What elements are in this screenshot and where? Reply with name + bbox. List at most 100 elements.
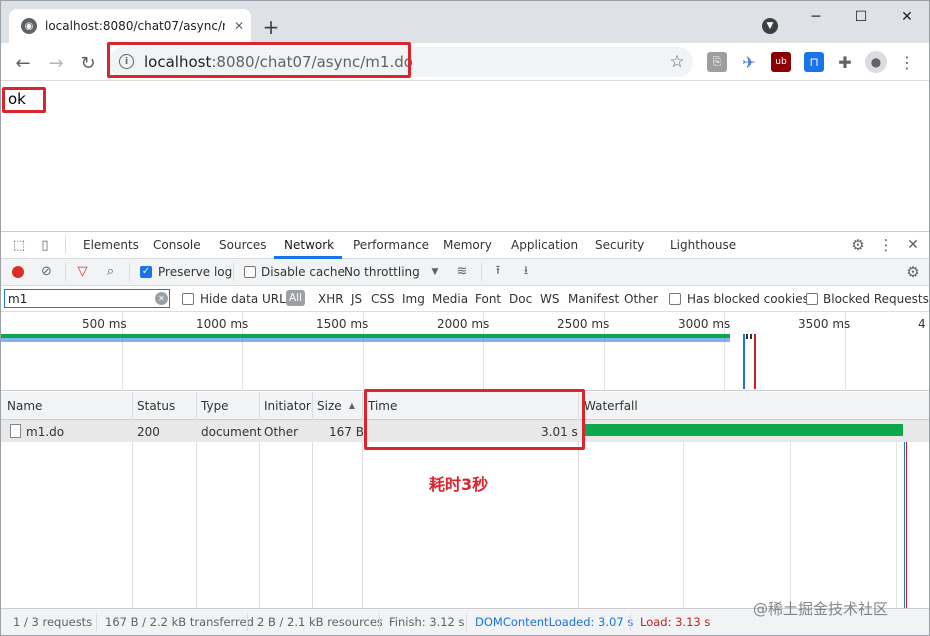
blocked-requests-checkbox[interactable] [806,293,818,305]
hide-data-urls-checkbox[interactable] [182,293,194,305]
divider [65,236,66,254]
divider [466,613,467,631]
tab-network[interactable]: Network [284,238,334,252]
maximize-icon[interactable]: ☐ [849,5,873,29]
type-filter-manifest[interactable]: Manifest [568,292,619,306]
type-filter-font[interactable]: Font [475,292,501,306]
sort-ascending-icon[interactable]: ▲ [347,400,357,410]
bookmark-star-icon[interactable]: ☆ [667,52,687,72]
status-finish: Finish: 3.12 s [389,615,465,629]
forward-arrow-icon[interactable]: → [44,51,68,75]
column-name[interactable]: Name [7,399,42,413]
type-filter-all[interactable]: All [286,290,306,306]
tab-sources[interactable]: Sources [219,238,266,252]
reload-icon[interactable]: ↻ [76,51,100,75]
status-dom-content-loaded: DOMContentLoaded: 3.07 s [475,615,634,629]
row-status: 200 [137,425,160,439]
inspect-element-icon[interactable]: ⬚ [11,237,27,253]
tab-lighthouse[interactable]: Lighthouse [670,238,736,252]
filter-input-value: m1 [8,292,28,306]
globe-icon: ◉ [21,18,37,34]
back-arrow-icon[interactable]: ← [11,51,35,75]
column-size[interactable]: Size [317,399,342,413]
tab-application[interactable]: Application [511,238,578,252]
minimize-icon[interactable]: ─ [804,5,828,29]
close-devtools-icon[interactable]: ✕ [905,237,921,253]
chevron-down-icon[interactable]: ▼ [429,265,441,279]
filter-funnel-icon[interactable]: ▽ [75,264,90,279]
preserve-log-label: Preserve log [158,265,233,279]
bird-extension-icon[interactable]: ✈ [739,52,759,72]
divider [233,263,234,281]
url-highlight-box [107,42,411,78]
document-file-icon [10,424,21,438]
type-filter-img[interactable]: Img [402,292,425,306]
more-options-icon[interactable]: ⋮ [879,236,894,254]
tab-security[interactable]: Security [595,238,644,252]
profile-avatar-icon[interactable]: ● [865,51,887,73]
response-highlight-box [2,87,46,113]
search-icon[interactable]: ⌕ [103,264,118,279]
column-status[interactable]: Status [137,399,175,413]
pdf-extension-icon[interactable]: ⎘ [707,52,727,72]
watermark-text: @稀土掘金技术社区 [753,600,889,618]
disable-cache-checkbox[interactable] [244,266,256,278]
extensions-puzzle-icon[interactable]: ✚ [835,52,855,72]
type-filter-js[interactable]: JS [351,292,362,306]
annotation-label: 耗时3秒 [429,475,489,494]
time-highlight-box [364,389,585,450]
type-filter-doc[interactable]: Doc [509,292,532,306]
type-filter-css[interactable]: CSS [371,292,395,306]
tab-title: localhost:8080/chat07/async/m1.do [45,19,225,33]
throttling-select[interactable]: No throttling [344,265,420,279]
filter-input[interactable]: m1 ✕ [4,289,170,308]
browser-tab[interactable]: ◉ localhost:8080/chat07/async/m1.do ✕ [9,9,251,43]
waterfall-load-line [906,420,907,608]
export-har-icon[interactable]: ⭳ [519,263,533,279]
device-toolbar-icon[interactable]: ▯ [37,237,53,253]
record-icon[interactable] [12,266,24,278]
row-type: document [201,425,262,439]
import-har-icon[interactable]: ⭱ [491,263,505,279]
browser-menu-icon[interactable]: ⋮ [899,51,915,73]
row-size: 167 B [329,425,364,439]
type-filter-xhr[interactable]: XHR [318,292,344,306]
timeline-tick: 2000 ms [437,317,490,331]
column-initiator[interactable]: Initiator [264,399,311,413]
settings-gear-icon[interactable]: ⚙ [849,236,867,254]
clear-icon[interactable]: ⊘ [39,264,54,279]
translate-extension-icon[interactable]: ⊓ [804,52,824,72]
hide-data-urls-label: Hide data URLs [200,292,293,306]
status-requests: 1 / 3 requests [13,615,93,629]
type-filter-ws[interactable]: WS [540,292,559,306]
has-blocked-cookies-label: Has blocked cookies [687,292,809,306]
type-filter-other[interactable]: Other [624,292,658,306]
column-waterfall[interactable]: Waterfall [584,399,638,413]
tab-performance[interactable]: Performance [353,238,429,252]
column-type[interactable]: Type [201,399,229,413]
row-waterfall-bar [584,424,903,436]
has-blocked-cookies-checkbox[interactable] [669,293,681,305]
tab-console[interactable]: Console [153,238,201,252]
network-settings-gear-icon[interactable]: ⚙ [905,263,921,281]
waterfall-dcl-line [904,420,905,608]
status-resources: 2 B / 2.1 kB resources [257,615,383,629]
status-load: Load: 3.13 s [640,615,711,629]
close-window-icon[interactable]: ✕ [895,5,919,29]
close-tab-icon[interactable]: ✕ [231,18,247,34]
network-conditions-icon[interactable]: ≋ [453,264,471,279]
timeline-tick: 3000 ms [678,317,731,331]
row-name[interactable]: m1.do [26,425,64,439]
tab-memory[interactable]: Memory [443,238,492,252]
new-tab-icon[interactable]: + [259,15,283,39]
clear-filter-icon[interactable]: ✕ [155,292,168,305]
tab-elements[interactable]: Elements [83,238,139,252]
ublock-extension-icon[interactable]: ub [771,52,791,72]
load-marker [754,334,756,389]
divider [630,613,631,631]
tab-search-icon[interactable]: ▼ [762,18,778,34]
divider [65,263,66,281]
type-filter-media[interactable]: Media [432,292,468,306]
dcl-marker [743,334,745,389]
preserve-log-checkbox[interactable]: ✓ [140,266,152,278]
